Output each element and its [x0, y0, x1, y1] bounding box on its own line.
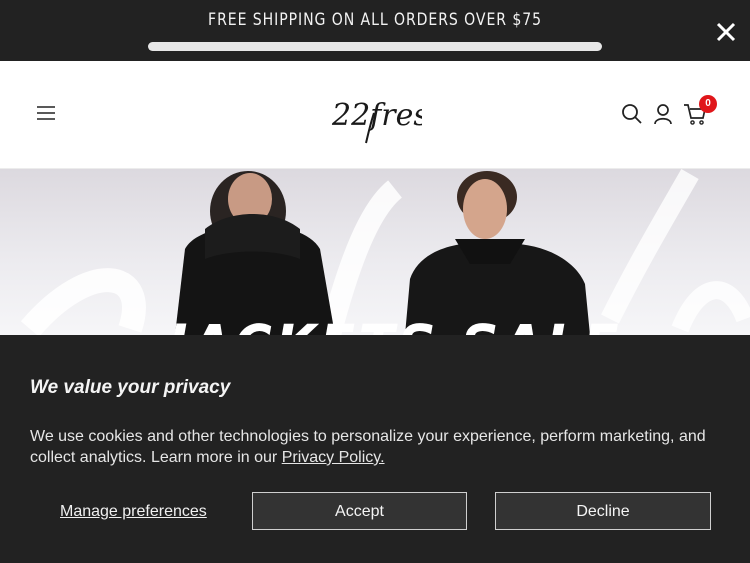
close-icon[interactable]	[712, 18, 740, 46]
hero-banner[interactable]: JACKETS SALE	[0, 169, 750, 335]
hero-models-image	[175, 171, 590, 335]
cart-count-badge: 0	[699, 95, 717, 113]
logo-text: 22fresh	[331, 98, 422, 133]
announcement-bar: FREE SHIPPING ON ALL ORDERS OVER $75	[0, 0, 750, 61]
decline-button[interactable]: Decline	[495, 492, 711, 530]
site-header: 22fresh 0	[0, 61, 750, 169]
announcement-text: FREE SHIPPING ON ALL ORDERS OVER $75	[208, 10, 542, 30]
hero-title: JACKETS SALE	[168, 312, 622, 335]
brand-logo[interactable]: 22fresh	[330, 83, 422, 145]
account-icon[interactable]	[652, 103, 674, 125]
search-icon[interactable]	[621, 103, 643, 125]
menu-icon[interactable]	[36, 105, 56, 121]
cookie-banner-body: We use cookies and other technologies to…	[30, 426, 720, 468]
cookie-banner-title: We value your privacy	[30, 377, 231, 398]
privacy-policy-link[interactable]: Privacy Policy.	[282, 449, 385, 466]
free-shipping-progress-bar	[148, 42, 602, 51]
accept-button[interactable]: Accept	[252, 492, 467, 530]
cookie-consent-banner: We value your privacy We use cookies and…	[0, 335, 750, 563]
manage-preferences-link[interactable]: Manage preferences	[60, 503, 207, 521]
